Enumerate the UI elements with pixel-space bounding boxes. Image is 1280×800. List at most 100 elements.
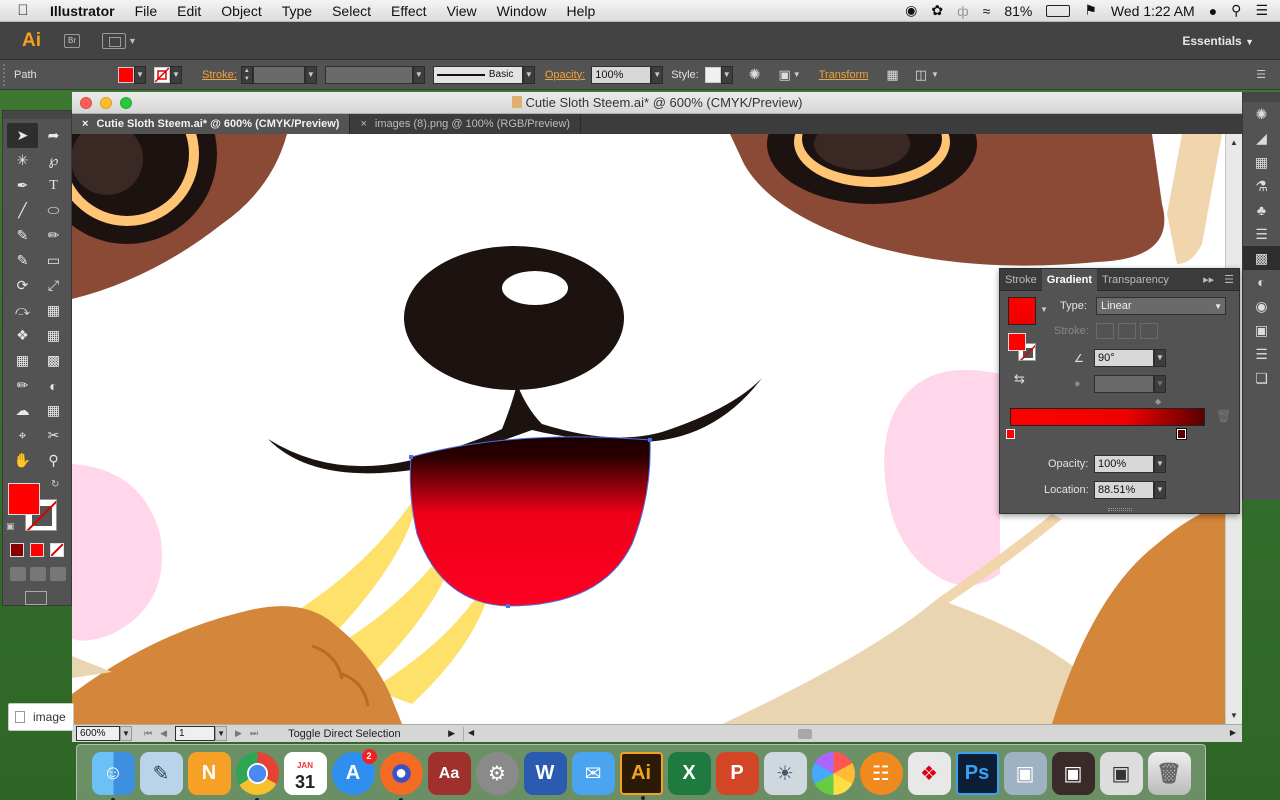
draw-behind-icon[interactable]: [30, 567, 46, 581]
clock[interactable]: Wed 1:22 AM: [1111, 3, 1195, 19]
fill-mini-box[interactable]: [1008, 333, 1026, 351]
color-stop-right[interactable]: [1176, 428, 1187, 440]
chevron-down-icon[interactable]: ▼: [128, 36, 137, 46]
pencil-tool-icon[interactable]: ✏: [38, 223, 69, 248]
horizontal-scrollbar[interactable]: ◀ ▶: [462, 726, 1242, 741]
mesh-tool-icon[interactable]: ▦: [7, 348, 38, 373]
menu-file[interactable]: File: [125, 3, 168, 19]
illustrator-dock-icon[interactable]: Ai: [619, 752, 663, 800]
flag-icon[interactable]: ⚑: [1084, 2, 1097, 19]
tab-gradient[interactable]: Gradient: [1041, 268, 1098, 291]
variable-width-profile[interactable]: [324, 65, 413, 84]
transform-link[interactable]: Transform: [819, 69, 869, 81]
paintbrush-tool-icon[interactable]: ✎: [7, 223, 38, 248]
scroll-down-icon[interactable]: ▼: [1230, 711, 1238, 720]
notability-icon[interactable]: N: [187, 752, 231, 795]
workspace-switcher[interactable]: Essentials ▼: [1182, 34, 1254, 48]
artboard-dropdown[interactable]: ▼: [215, 726, 228, 741]
ellipse-tool-icon[interactable]: ⬭: [38, 198, 69, 223]
fill-color-box[interactable]: [8, 483, 40, 515]
photoshop-icon[interactable]: Ps: [955, 752, 999, 795]
draw-normal-icon[interactable]: [10, 567, 26, 581]
menu-view[interactable]: View: [437, 3, 487, 19]
graphic-styles-panel-icon[interactable]: ▣: [1243, 318, 1280, 342]
menu-help[interactable]: Help: [556, 3, 605, 19]
opacity-dropdown[interactable]: ▼: [651, 65, 664, 84]
brushes-panel-icon[interactable]: ⚗: [1243, 174, 1280, 198]
excel-icon[interactable]: X: [667, 752, 711, 795]
photos-icon[interactable]: [811, 752, 855, 795]
swap-fill-stroke-icon[interactable]: ↻: [51, 479, 59, 490]
line-tool-icon[interactable]: ╱: [7, 198, 38, 223]
chevron-down-icon[interactable]: ▼: [793, 70, 801, 79]
menu-object[interactable]: Object: [211, 3, 271, 19]
chevron-down-icon[interactable]: ▼: [931, 70, 939, 79]
user-icon[interactable]: ●: [1209, 3, 1217, 19]
tab-cutie-sloth[interactable]: × Cutie Sloth Steem.ai* @ 600% (CMYK/Pre…: [72, 114, 351, 134]
close-icon[interactable]: ×: [82, 118, 88, 130]
bridge-button[interactable]: Br: [64, 33, 80, 48]
column-graph-tool-icon[interactable]: ▦: [38, 398, 69, 423]
menu-effect[interactable]: Effect: [381, 3, 437, 19]
delete-stop-icon[interactable]: 🗑: [1216, 409, 1231, 423]
shape-builder-tool-icon[interactable]: ❖: [7, 323, 38, 348]
app-store-icon[interactable]: A2: [331, 749, 377, 795]
stroke-swatch[interactable]: [154, 66, 170, 83]
photo-viewer-icon[interactable]: ☀: [763, 752, 807, 795]
brush-dropdown[interactable]: ▼: [522, 65, 535, 84]
stroke-panel-icon[interactable]: ☰: [1243, 222, 1280, 246]
stroke-label[interactable]: Stroke:: [202, 69, 237, 81]
scroll-left-icon[interactable]: ◀: [468, 728, 474, 737]
magic-wand-tool-icon[interactable]: ✳: [7, 148, 38, 173]
artboard-tool-icon[interactable]: ⌖: [7, 423, 38, 448]
arrange-icon[interactable]: ◫: [915, 67, 927, 83]
notification-center-icon[interactable]: ☰: [1255, 2, 1268, 19]
default-colors-icon[interactable]: ▣: [6, 521, 15, 532]
paw-icon[interactable]: ✿: [931, 2, 943, 19]
color-guide-icon[interactable]: ◢: [1243, 126, 1280, 150]
panel-menu-icon[interactable]: ☰: [1256, 68, 1266, 81]
scroll-right-icon[interactable]: ▶: [1230, 728, 1236, 737]
tab-stroke[interactable]: Stroke: [1000, 274, 1042, 286]
bluetooth-icon[interactable]: ф: [957, 3, 969, 19]
creative-cloud-icon[interactable]: ◉: [905, 2, 917, 19]
battery-percent[interactable]: 81%: [1004, 3, 1032, 19]
dictionary-icon[interactable]: Aa: [427, 752, 471, 795]
none-mode-button[interactable]: [50, 543, 64, 557]
stroke-weight-stepper[interactable]: ▲ ▼: [240, 65, 253, 84]
align-icon[interactable]: ▣: [778, 67, 790, 83]
blob-brush-tool-icon[interactable]: ✎: [7, 248, 38, 273]
stroke-along-icon[interactable]: [1118, 323, 1136, 339]
dock-header[interactable]: [1243, 92, 1280, 102]
desktop-file[interactable]: image: [8, 703, 74, 731]
draw-inside-icon[interactable]: [50, 567, 66, 581]
perspective-grid-tool-icon[interactable]: ▦: [38, 323, 69, 348]
style-dropdown[interactable]: ▼: [720, 65, 733, 84]
reverse-gradient-icon[interactable]: ⇆: [1014, 371, 1025, 387]
chrome-icon[interactable]: [235, 752, 279, 800]
type-tool-icon[interactable]: T: [38, 173, 69, 198]
layers-panel-icon[interactable]: ☰: [1243, 342, 1280, 366]
scroll-thumb[interactable]: [797, 728, 812, 739]
location-field[interactable]: 88.51%: [1094, 481, 1154, 499]
opacity-label[interactable]: Opacity:: [545, 69, 585, 81]
gradient-slider[interactable]: [1010, 408, 1205, 426]
direct-selection-tool-icon[interactable]: ➦: [38, 123, 69, 148]
acrobat-icon[interactable]: ❖: [907, 752, 951, 795]
scroll-up-icon[interactable]: ▲: [1230, 138, 1238, 147]
finder-icon[interactable]: ☺: [91, 752, 135, 800]
movie-icon[interactable]: ▣: [1051, 752, 1095, 795]
angle-dropdown[interactable]: ▼: [1154, 349, 1166, 367]
isolate-icon[interactable]: ▦: [886, 67, 898, 83]
location-dropdown[interactable]: ▼: [1154, 481, 1166, 499]
toolbar-header[interactable]: [3, 111, 71, 119]
arrange-documents-button[interactable]: [102, 32, 126, 49]
status-menu-icon[interactable]: ▶: [448, 728, 455, 739]
midpoint-diamond-icon[interactable]: ◆: [1155, 397, 1161, 406]
panel-resize-grip[interactable]: [1108, 508, 1132, 511]
appearance-panel-icon[interactable]: ◉: [1243, 294, 1280, 318]
brush-definition[interactable]: Basic: [432, 65, 523, 84]
gradient-tool-icon[interactable]: ▩: [38, 348, 69, 373]
battery-icon[interactable]: [1046, 4, 1071, 17]
trash-icon[interactable]: 🗑: [1147, 752, 1191, 795]
